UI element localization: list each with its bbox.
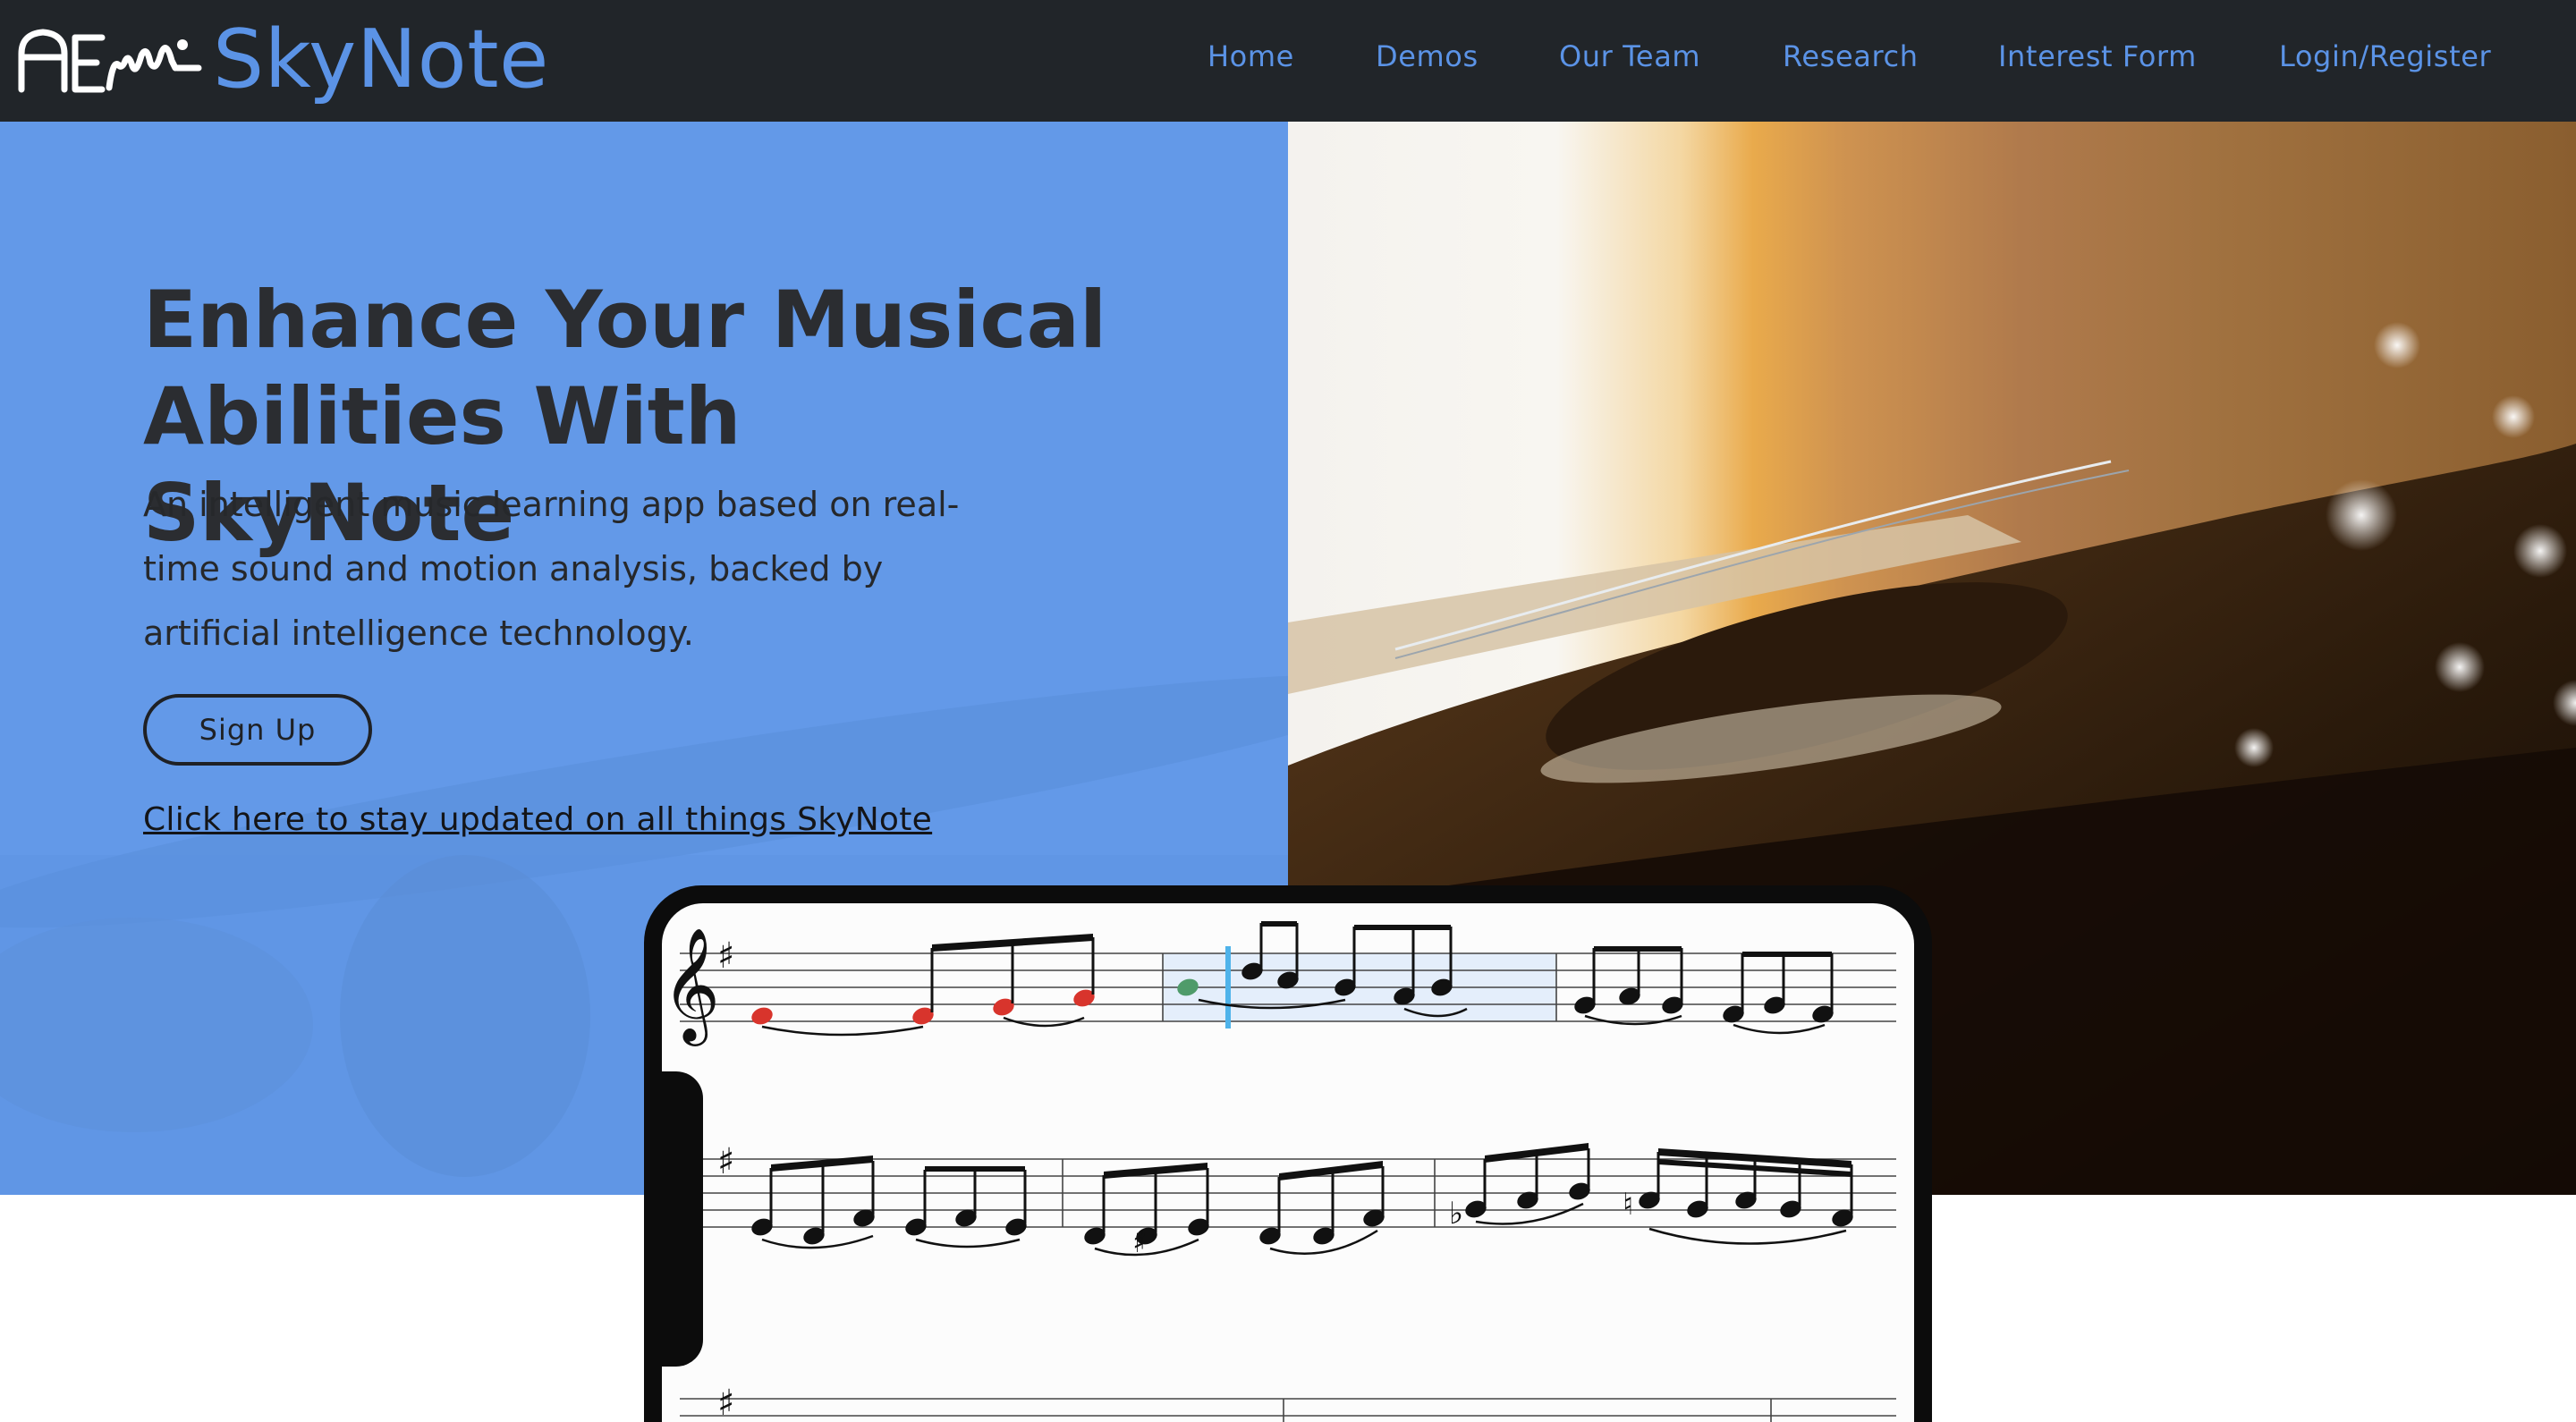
playhead: [1225, 946, 1231, 1028]
note-incorrect: [751, 1007, 773, 1025]
phone-mockup: 𝄞 ♯ ♯ ♯ ♭ ♮ ♯: [644, 885, 1932, 1422]
natural-accidental: ♮: [1623, 1187, 1633, 1223]
nav-link-home[interactable]: Home: [1208, 39, 1294, 73]
nav-link-interest-form[interactable]: Interest Form: [1998, 39, 2197, 73]
sign-up-button[interactable]: Sign Up: [143, 694, 372, 766]
key-signature-sharp: ♯: [717, 935, 734, 977]
key-signature-sharp: ♯: [717, 1383, 734, 1422]
treble-clef: 𝄞: [662, 927, 720, 1046]
navbar: SkyNote Home Demos Our Team Research Int…: [0, 0, 2576, 122]
flat-accidental: ♭: [1449, 1196, 1463, 1232]
phone-notch: [644, 1071, 703, 1367]
nav-link-our-team[interactable]: Our Team: [1559, 39, 1700, 73]
hero-subtitle: An intelligent music learning app based …: [143, 485, 960, 653]
nav-link-research[interactable]: Research: [1783, 39, 1919, 73]
key-signature-sharp: ♯: [717, 1141, 734, 1182]
nav-links: Home Demos Our Team Research Interest Fo…: [0, 0, 2576, 122]
nav-link-login-register[interactable]: Login/Register: [2279, 39, 2491, 73]
nav-link-demos[interactable]: Demos: [1376, 39, 1479, 73]
sheet-music-display: 𝄞 ♯ ♯ ♯ ♭ ♮ ♯: [662, 903, 1914, 1422]
stay-updated-link[interactable]: Click here to stay updated on all things…: [143, 801, 932, 838]
sheet-music: 𝄞 ♯ ♯ ♯ ♭ ♮ ♯: [662, 921, 1896, 1422]
